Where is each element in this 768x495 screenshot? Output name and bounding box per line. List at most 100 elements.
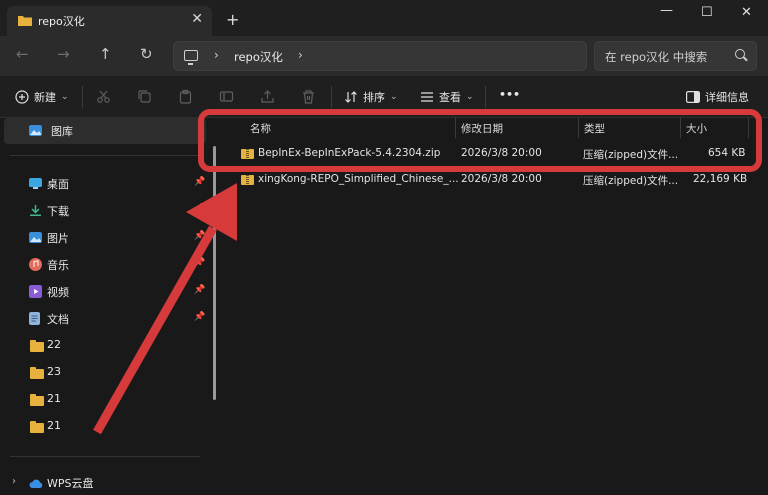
file-type: 压缩(zipped)文件... [583,149,679,161]
computer-icon [184,50,198,65]
refresh-button[interactable]: ↻ [140,45,153,63]
maximize-button[interactable]: ☐ [701,5,713,20]
sidebar-item-wps-cloud[interactable]: › WPS云盘 [0,470,206,495]
column-divider[interactable] [680,118,681,138]
sidebar-scrollbar[interactable] [213,146,216,400]
sidebar-item-label: 21 [47,392,61,405]
sidebar-item-desktop[interactable]: 桌面 📌 [0,171,206,197]
folder-icon [30,367,44,379]
search-icon[interactable] [735,49,745,59]
share-icon[interactable] [260,89,275,104]
sidebar-item-folder-21[interactable]: 21 [0,387,206,413]
desktop-icon [29,178,42,189]
documents-icon [29,312,40,325]
minimize-button[interactable]: — [660,3,673,18]
more-options-button[interactable]: ••• [499,88,520,101]
column-header-size[interactable]: 大小 [686,121,707,141]
column-divider[interactable] [455,118,456,138]
close-window-button[interactable]: ✕ [741,5,752,20]
navigation-pane: 图库 桌面 📌 下载 📌 图片 📌 音乐 📌 视频 📌 文档 📌 22 23 2… [0,118,213,495]
table-row[interactable]: BepInEx-BepInExPack-5.4.2304.zip 2026/3/… [222,141,768,167]
pin-icon[interactable]: 📌 [194,204,205,214]
sidebar-divider [10,155,200,156]
chevron-down-icon: ⌄ [61,92,69,102]
pin-icon[interactable]: 📌 [194,231,205,241]
copy-icon[interactable] [137,89,152,104]
chevron-right-icon[interactable]: › [12,476,16,487]
sidebar-item-documents[interactable]: 文档 📌 [0,306,206,332]
sidebar-item-downloads[interactable]: 下载 📌 [0,198,206,224]
pin-icon[interactable]: 📌 [194,177,205,187]
details-pane-icon [686,91,700,103]
folder-icon [30,340,44,352]
sidebar-item-music[interactable]: 音乐 📌 [0,252,206,278]
toolbar-divider [331,86,332,108]
new-label: 新建 [34,91,56,104]
cut-icon[interactable] [96,89,111,104]
sidebar-item-folder-21b[interactable]: 21 [0,414,206,440]
paste-icon[interactable] [178,89,193,104]
view-button[interactable]: 查看 ⌄ [420,89,474,105]
title-bar: repo汉化 ✕ + — ☐ ✕ [0,0,768,36]
column-header-type[interactable]: 类型 [584,121,605,141]
details-label: 详细信息 [705,91,749,104]
column-header-date[interactable]: 修改日期 [461,121,503,141]
address-bar[interactable]: › repo汉化 › [173,41,587,71]
up-button[interactable]: ↑ [99,45,112,63]
table-row[interactable]: xingKong-REPO_Simplified_Chinese_... 202… [222,167,768,193]
file-name: xingKong-REPO_Simplified_Chinese_... [258,173,459,185]
sidebar-divider [10,456,200,457]
column-divider[interactable] [748,118,749,138]
zip-folder-icon [241,149,254,159]
search-box[interactable]: 在 repo汉化 中搜索 [594,41,757,71]
sidebar-item-videos[interactable]: 视频 📌 [0,279,206,305]
breadcrumb-separator: › [214,48,219,62]
sidebar-item-label: 图库 [51,125,73,138]
sidebar-item-label: 图片 [47,232,69,245]
new-tab-button[interactable]: + [226,10,239,29]
back-button[interactable]: ← [16,45,29,63]
file-list: 名称 修改日期 类型 大小 BepInEx-BepInExPack-5.4.23… [222,118,768,495]
rename-icon[interactable] [219,89,234,104]
folder-icon [30,394,44,406]
sort-icon [345,91,357,103]
sidebar-item-folder-23[interactable]: 23 [0,360,206,386]
plus-circle-icon [15,90,29,104]
file-type: 压缩(zipped)文件... [583,175,679,187]
sidebar-item-label: 下载 [47,205,69,218]
tab-title: repo汉化 [38,15,85,28]
sidebar-item-label: 文档 [47,313,69,326]
details-pane-button[interactable]: 详细信息 [686,89,749,105]
sort-label: 排序 [363,91,385,104]
sidebar-item-pictures[interactable]: 图片 📌 [0,225,206,251]
delete-icon[interactable] [301,89,316,104]
folder-icon [18,16,32,26]
pin-icon[interactable]: 📌 [194,312,205,322]
toolbar-divider [82,86,83,108]
breadcrumb-repo[interactable]: repo汉化 [234,49,283,65]
forward-button[interactable]: → [57,45,70,63]
gallery-icon [29,125,42,136]
sidebar-item-gallery[interactable]: 图库 [4,118,206,144]
close-tab-icon[interactable]: ✕ [191,11,203,27]
file-size: 22,169 KB [693,173,748,185]
column-header-name[interactable]: 名称 [250,121,271,141]
tab-repo[interactable]: repo汉化 ✕ [7,6,212,36]
sidebar-item-label: 22 [47,338,61,351]
sidebar-item-label: 21 [47,419,61,432]
sort-button[interactable]: 排序 ⌄ [344,89,398,105]
view-label: 查看 [439,91,461,104]
breadcrumb-expand-icon[interactable]: › [298,48,303,62]
toolbar-divider [485,86,486,108]
pin-icon[interactable]: 📌 [194,285,205,295]
new-button[interactable]: 新建 ⌄ [15,89,69,105]
pictures-icon [29,232,42,243]
music-icon [29,258,42,271]
search-input[interactable]: 在 repo汉化 中搜索 [605,49,707,65]
sidebar-item-label: WPS云盘 [47,477,94,490]
sidebar-item-label: 视频 [47,286,69,299]
sidebar-item-label: 23 [47,365,61,378]
pin-icon[interactable]: 📌 [194,258,205,268]
sidebar-item-folder-22[interactable]: 22 [0,333,206,359]
column-divider[interactable] [578,118,579,138]
